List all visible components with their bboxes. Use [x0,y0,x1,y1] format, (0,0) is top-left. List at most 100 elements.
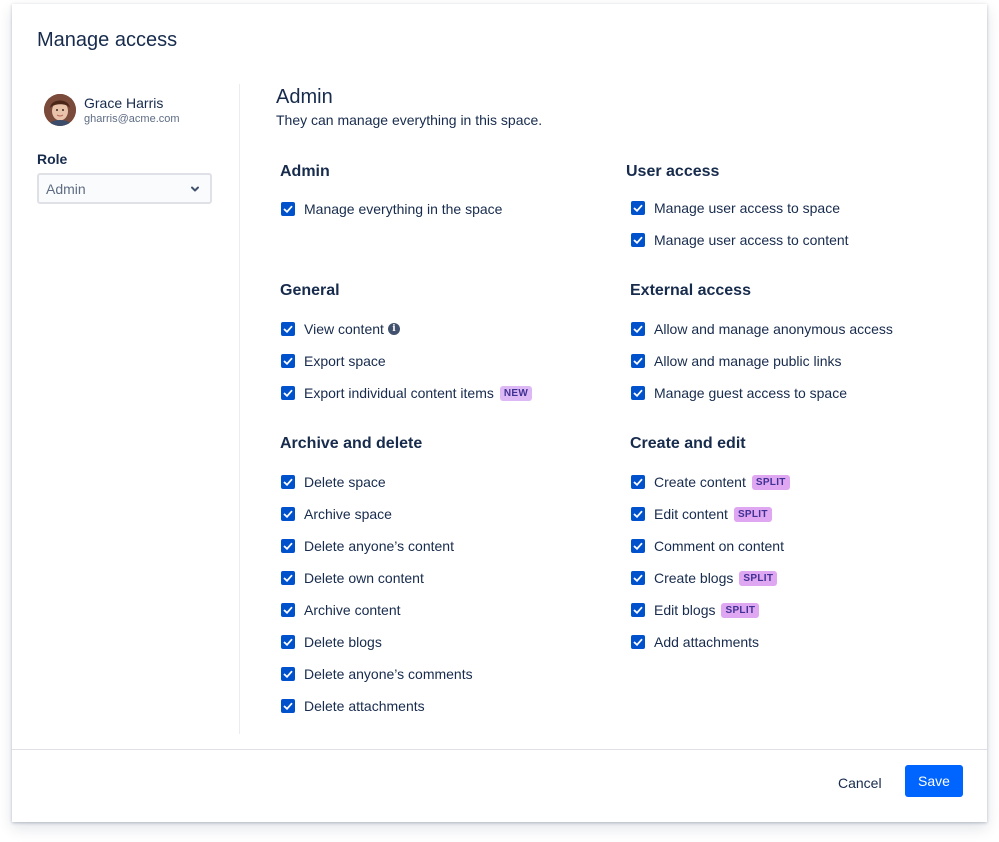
section-archive-delete: Archive and delete Delete space Archive … [280,434,473,722]
permission-item[interactable]: Delete attachments [281,690,473,722]
permission-label: Delete attachments [304,698,425,714]
split-badge: SPLIT [739,570,778,586]
info-icon[interactable]: i [387,323,400,335]
permission-item[interactable]: Delete anyone’s comments [281,658,473,690]
save-button[interactable]: Save [905,765,963,797]
section-title: Admin [280,163,330,180]
permission-label: Allow and manage public links [654,353,842,369]
permission-label: Manage user access to space [654,200,840,216]
permission-label: Manage everything in the space [304,201,503,217]
checkbox-checked-icon[interactable] [631,507,645,521]
split-badge: SPLIT [721,602,760,618]
permission-label: Create content [654,474,746,490]
checkbox-checked-icon[interactable] [281,475,295,489]
permission-item[interactable]: Create content SPLIT [631,466,790,498]
split-badge: SPLIT [751,474,790,490]
section-title: External access [630,282,751,299]
permission-item[interactable]: Archive content [281,594,473,626]
section-external-access: External access Allow and manage anonymo… [630,281,893,409]
user-info: Grace Harris gharris@acme.com [44,94,180,126]
permission-label: Edit blogs [654,602,716,618]
user-name: Grace Harris [84,94,164,111]
permission-item[interactable]: Manage everything in the space [281,193,502,225]
section-title: User access [626,163,720,180]
checkbox-checked-icon[interactable] [281,202,295,216]
permission-item[interactable]: Delete own content [281,562,473,594]
role-label: Role [37,151,68,167]
new-badge: NEW [499,385,533,401]
section-user-access: User access Manage user access to space … [626,162,849,256]
section-admin: Admin Manage everything in the space [280,162,502,225]
permission-item[interactable]: Manage guest access to space [631,377,893,409]
split-badge: SPLIT [733,506,772,522]
permission-label: Edit content [654,506,728,522]
permission-label: Export individual content items [304,385,494,401]
checkbox-checked-icon[interactable] [631,386,645,400]
checkbox-checked-icon[interactable] [281,571,295,585]
permission-label: Comment on content [654,538,784,554]
permission-item[interactable]: Archive space [281,498,473,530]
permission-item[interactable]: Create blogs SPLIT [631,562,790,594]
permission-item[interactable]: Edit content SPLIT [631,498,790,530]
section-title: Archive and delete [280,435,423,452]
permission-item[interactable]: Delete blogs [281,626,473,658]
permission-label: View content [304,321,384,337]
checkbox-checked-icon[interactable] [281,699,295,713]
checkbox-checked-icon[interactable] [281,667,295,681]
permission-item[interactable]: View content i [281,313,532,345]
permission-item[interactable]: Manage user access to content [631,224,849,256]
permission-item[interactable]: Allow and manage anonymous access [631,313,893,345]
permission-label: Delete space [304,474,386,490]
permission-item[interactable]: Add attachments [631,626,790,658]
checkbox-checked-icon[interactable] [281,603,295,617]
checkbox-checked-icon[interactable] [281,539,295,553]
permission-label: Delete blogs [304,634,382,650]
permission-label: Manage user access to content [654,232,849,248]
checkbox-checked-icon[interactable] [631,571,645,585]
dialog-title: Manage access [37,29,178,51]
permission-label: Delete anyone’s content [304,538,454,554]
user-email: gharris@acme.com [84,112,180,125]
vertical-divider [239,84,240,734]
permission-item[interactable]: Export space [281,345,532,377]
cancel-button[interactable]: Cancel [827,767,893,799]
permission-label: Archive space [304,506,392,522]
checkbox-checked-icon[interactable] [631,539,645,553]
checkbox-checked-icon[interactable] [281,354,295,368]
permission-item[interactable]: Edit blogs SPLIT [631,594,790,626]
checkbox-checked-icon[interactable] [631,475,645,489]
permission-label: Create blogs [654,570,734,586]
role-select[interactable]: Admin [37,173,212,204]
manage-access-dialog: Manage access Grace Harris gharris@acme.… [12,4,987,822]
checkbox-checked-icon[interactable] [631,635,645,649]
role-select-value: Admin [46,180,86,197]
checkbox-checked-icon[interactable] [631,354,645,368]
chevron-down-icon [191,186,199,191]
section-title: General [280,282,340,299]
permission-label: Delete anyone’s comments [304,666,473,682]
permission-item[interactable]: Allow and manage public links [631,345,893,377]
section-general: General View content i Export space Expo… [280,281,533,409]
avatar [44,94,76,126]
checkbox-checked-icon[interactable] [281,635,295,649]
permission-item[interactable]: Export individual content items NEW [281,377,533,409]
section-title: Create and edit [630,435,746,452]
checkbox-checked-icon[interactable] [631,603,645,617]
section-create-edit: Create and edit Create content SPLIT Edi… [630,434,790,658]
permission-label: Delete own content [304,570,424,586]
permission-item[interactable]: Manage user access to space [631,192,849,224]
permission-label: Export space [304,353,386,369]
checkbox-checked-icon[interactable] [631,233,645,247]
permission-label: Add attachments [654,634,760,650]
checkbox-checked-icon[interactable] [281,322,295,336]
checkbox-checked-icon[interactable] [631,201,645,215]
permission-item[interactable]: Delete space [281,466,473,498]
checkbox-checked-icon[interactable] [281,507,295,521]
checkbox-checked-icon[interactable] [631,322,645,336]
footer-divider [12,749,987,750]
checkbox-checked-icon[interactable] [281,386,295,400]
permission-item[interactable]: Delete anyone’s content [281,530,473,562]
permission-item[interactable]: Comment on content [631,530,790,562]
permission-label: Allow and manage anonymous access [654,321,893,337]
role-title: Admin [276,86,333,108]
